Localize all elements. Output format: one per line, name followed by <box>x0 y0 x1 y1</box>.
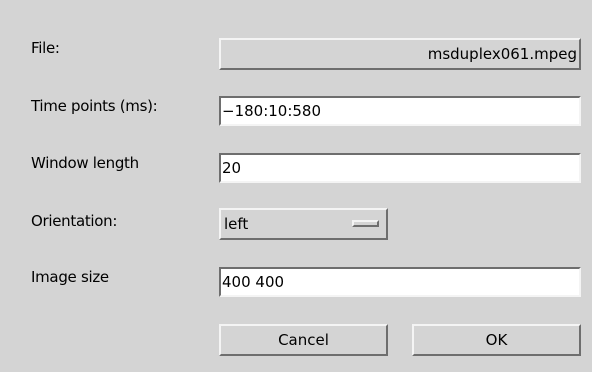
window-length-label: Window length <box>31 154 139 172</box>
window-length-input[interactable] <box>219 153 581 183</box>
file-name-text: msduplex061.mpeg <box>427 45 577 63</box>
ok-button-label: OK <box>485 331 508 349</box>
orientation-option-menu[interactable]: left <box>219 208 388 240</box>
ok-button[interactable]: OK <box>412 324 581 356</box>
option-menu-indicator-icon <box>352 220 379 227</box>
file-select-button[interactable]: msduplex061.mpeg <box>219 38 581 70</box>
time-points-label: Time points (ms): <box>31 97 158 115</box>
dialog-window: { "file": { "label": "File:", "button_va… <box>0 0 592 372</box>
file-label: File: <box>31 39 60 57</box>
orientation-selected-value: left <box>224 215 249 233</box>
image-size-label: Image size <box>31 268 109 286</box>
cancel-button[interactable]: Cancel <box>219 324 388 356</box>
cancel-button-label: Cancel <box>278 331 329 349</box>
time-points-input[interactable] <box>219 96 581 126</box>
orientation-label: Orientation: <box>31 212 118 230</box>
image-size-input[interactable] <box>219 267 581 297</box>
